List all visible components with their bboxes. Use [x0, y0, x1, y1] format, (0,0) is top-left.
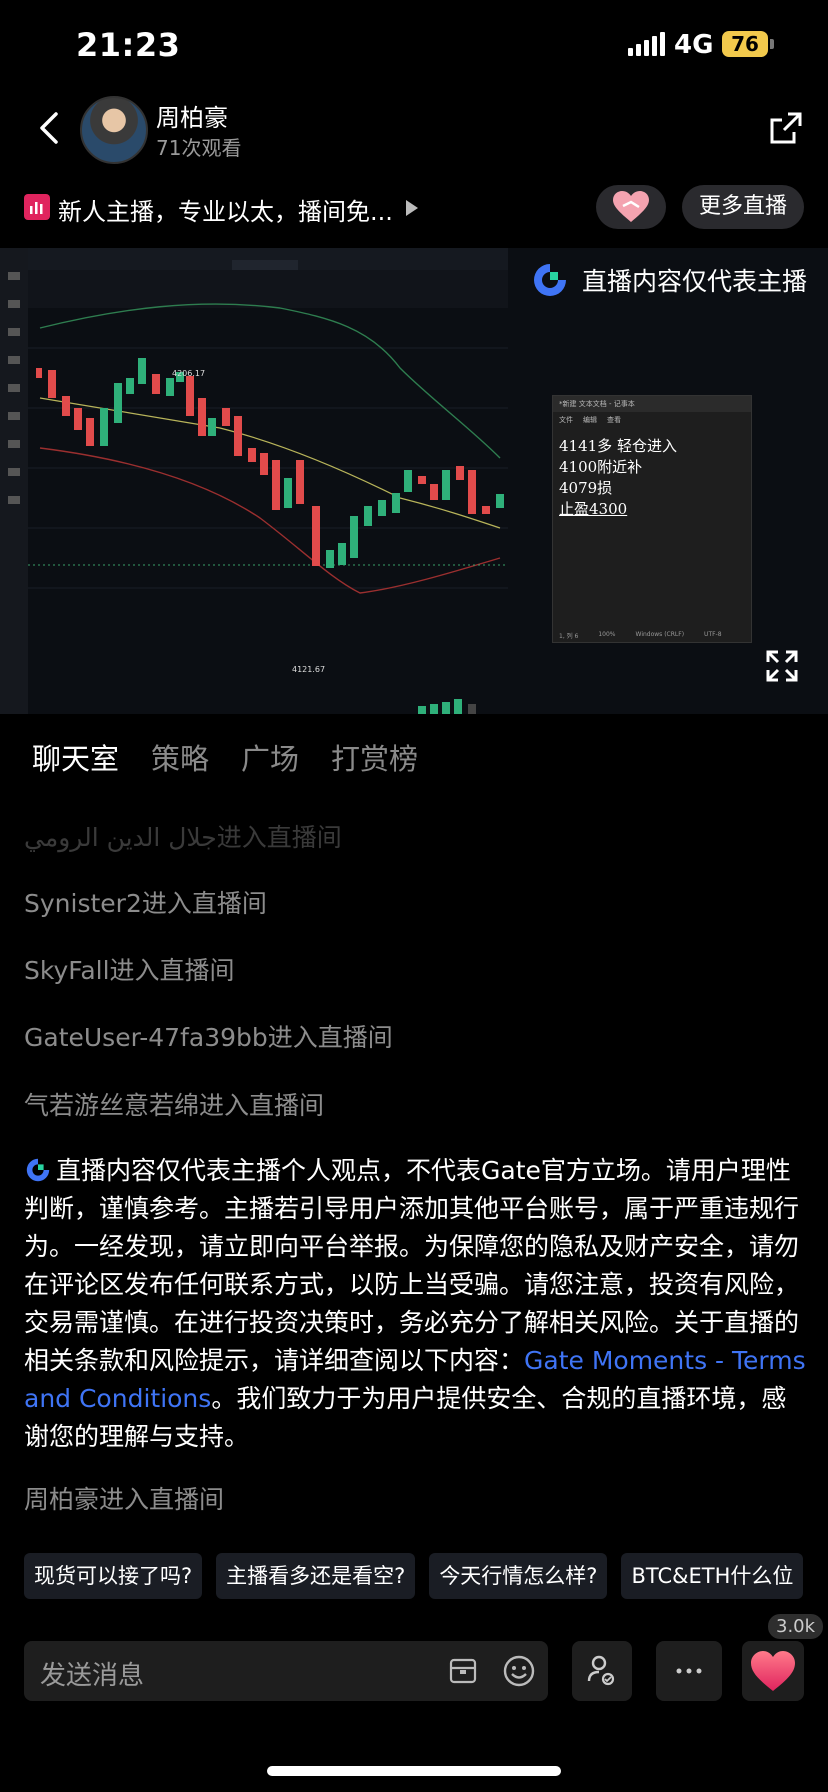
notepad-window: *新建 文本文档 - 记事本 文件 编辑 查看 4141多 轻仓进入 4100附…	[552, 395, 752, 643]
gift-box-icon[interactable]	[448, 1656, 478, 1686]
tab-square[interactable]: 广场	[241, 736, 299, 778]
home-indicator[interactable]	[267, 1766, 561, 1776]
chat-message: GateUser-47fa39bb进入直播间	[24, 1023, 393, 1052]
notepad-status-item: UTF-8	[704, 631, 722, 638]
notepad-status-item: 100%	[598, 631, 616, 638]
chat-message: 气若游丝意若绵进入直播间	[24, 1091, 325, 1120]
chart-low-label: 4121.67	[292, 665, 325, 674]
quick-replies: 现货可以接了吗? 主播看多还是看空? 今天行情怎么样? BTC&ETH什么位	[24, 1553, 804, 1599]
signal-icon	[628, 32, 665, 56]
more-dots-icon	[676, 1668, 702, 1674]
disclaimer-message: 直播内容仅代表主播个人观点，不代表Gate官方立场。请用户理性判断，谨慎参考。主…	[24, 1152, 808, 1456]
chat-message: 周柏豪进入直播间	[24, 1485, 225, 1514]
notepad-line: 4141多 轻仓进入	[559, 437, 677, 455]
quick-reply-chip[interactable]: 现货可以接了吗?	[24, 1553, 203, 1599]
like-count-badge: 3.0k	[768, 1614, 824, 1639]
message-input-placeholder: 发送消息	[40, 1661, 145, 1691]
notepad-menu-item: 文件	[559, 416, 573, 424]
notepad-menu-item: 编辑	[583, 416, 597, 424]
notice-text[interactable]: 新人主播，专业以太，播间免...	[58, 192, 393, 227]
tab-chatroom[interactable]: 聊天室	[32, 736, 119, 778]
video-disclaimer-overlay: 直播内容仅代表主播	[530, 258, 828, 302]
quick-reply-chip[interactable]: 今天行情怎么样?	[429, 1553, 608, 1599]
gate-logo-icon	[534, 264, 566, 296]
notepad-body: 4141多 轻仓进入 4100附近补 4079损 止盈4300	[553, 428, 751, 528]
battery-icon: 76	[722, 31, 768, 57]
chart-high-label: 4206.17	[172, 369, 205, 378]
play-icon[interactable]	[406, 200, 418, 216]
chat-message: SkyFall进入直播间	[24, 956, 235, 985]
notepad-menu: 文件 编辑 查看	[553, 412, 751, 428]
fullscreen-icon[interactable]	[764, 648, 800, 684]
disclaimer-text: 直播内容仅代表主播个人观点，不代表Gate官方立场。请用户理性判断，谨慎参考。主…	[24, 1156, 800, 1375]
battery-tip	[770, 39, 774, 49]
chat-message: جلال الدين الرومي进入直播间	[24, 823, 342, 852]
more-button[interactable]	[656, 1641, 722, 1701]
tab-strategy[interactable]: 策略	[151, 736, 209, 778]
quick-reply-chip[interactable]: BTC&ETH什么位	[621, 1553, 804, 1599]
status-time: 21:23	[76, 26, 181, 64]
notepad-line: 4079损	[559, 479, 613, 497]
notepad-line: 4100附近补	[559, 458, 643, 476]
notepad-title: *新建 文本文档 - 记事本	[553, 396, 751, 412]
user-check-icon	[587, 1655, 615, 1686]
overlay-text: 直播内容仅代表主播	[582, 267, 808, 296]
heart-icon	[613, 191, 649, 222]
network-label: 4G	[674, 30, 714, 60]
live-notice-icon	[24, 194, 50, 220]
share-icon[interactable]	[766, 108, 806, 148]
notepad-status: 1, 列 6 100% Windows (CRLF) UTF-8	[553, 628, 751, 642]
notepad-status-item: Windows (CRLF)	[635, 631, 685, 638]
back-icon[interactable]	[32, 110, 68, 146]
tab-reward-ranking[interactable]: 打赏榜	[331, 736, 418, 778]
notepad-line: 止盈4300	[559, 500, 628, 518]
more-live-button[interactable]: 更多直播	[682, 185, 804, 229]
notepad-menu-item: 查看	[607, 416, 621, 424]
gate-logo-icon	[26, 1158, 50, 1182]
heart-icon	[751, 1651, 795, 1691]
like-button[interactable]	[742, 1641, 804, 1701]
host-avatar[interactable]	[80, 96, 148, 164]
chat-message: Synister2进入直播间	[24, 889, 267, 918]
quick-reply-chip[interactable]: 主播看多还是看空?	[216, 1553, 416, 1599]
notepad-status-item: 1, 列 6	[559, 633, 579, 640]
view-count: 71次观看	[156, 136, 242, 160]
emoji-icon[interactable]	[502, 1654, 536, 1688]
tab-bar: 聊天室 策略 广场 打赏榜	[32, 736, 418, 778]
handshake-heart-button[interactable]	[596, 185, 666, 229]
host-name[interactable]: 周柏豪	[156, 98, 228, 133]
user-settings-button[interactable]	[572, 1641, 632, 1701]
